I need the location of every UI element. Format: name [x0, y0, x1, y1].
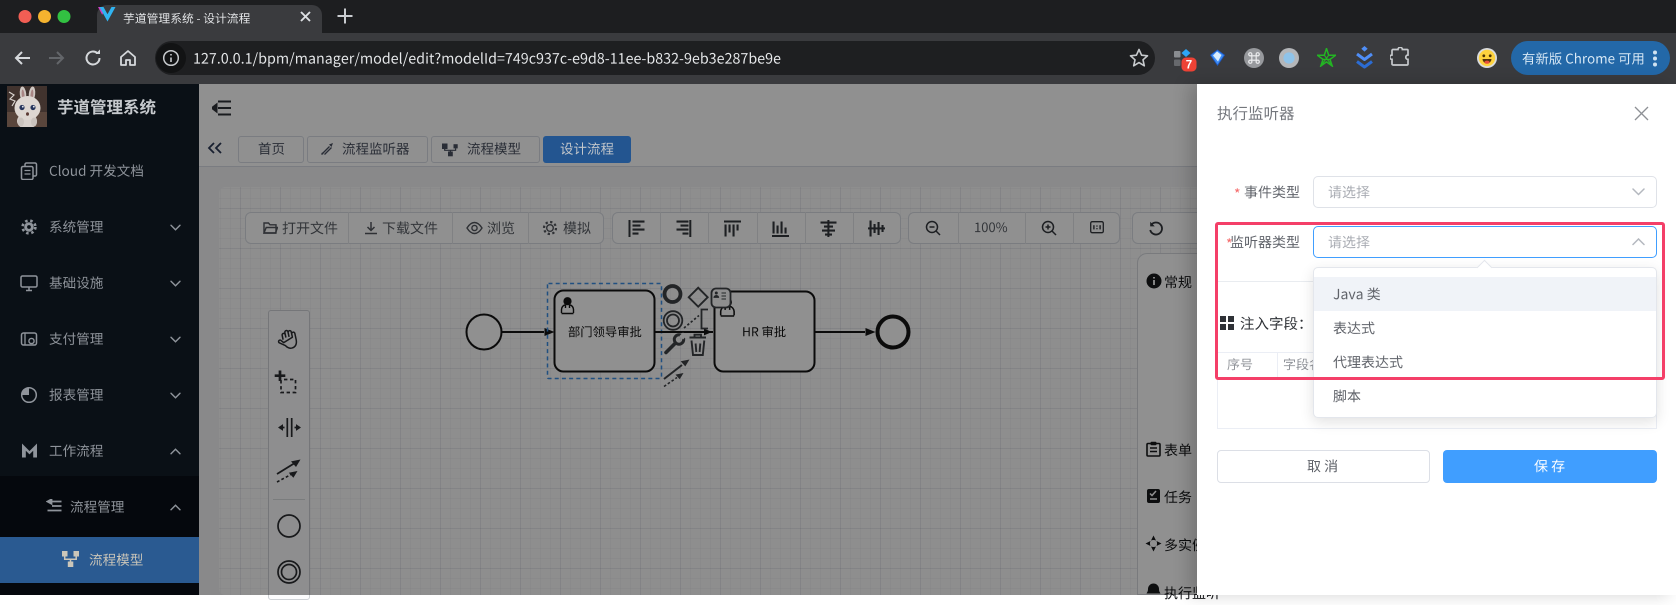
svg-text:7: 7 — [1186, 60, 1192, 72]
